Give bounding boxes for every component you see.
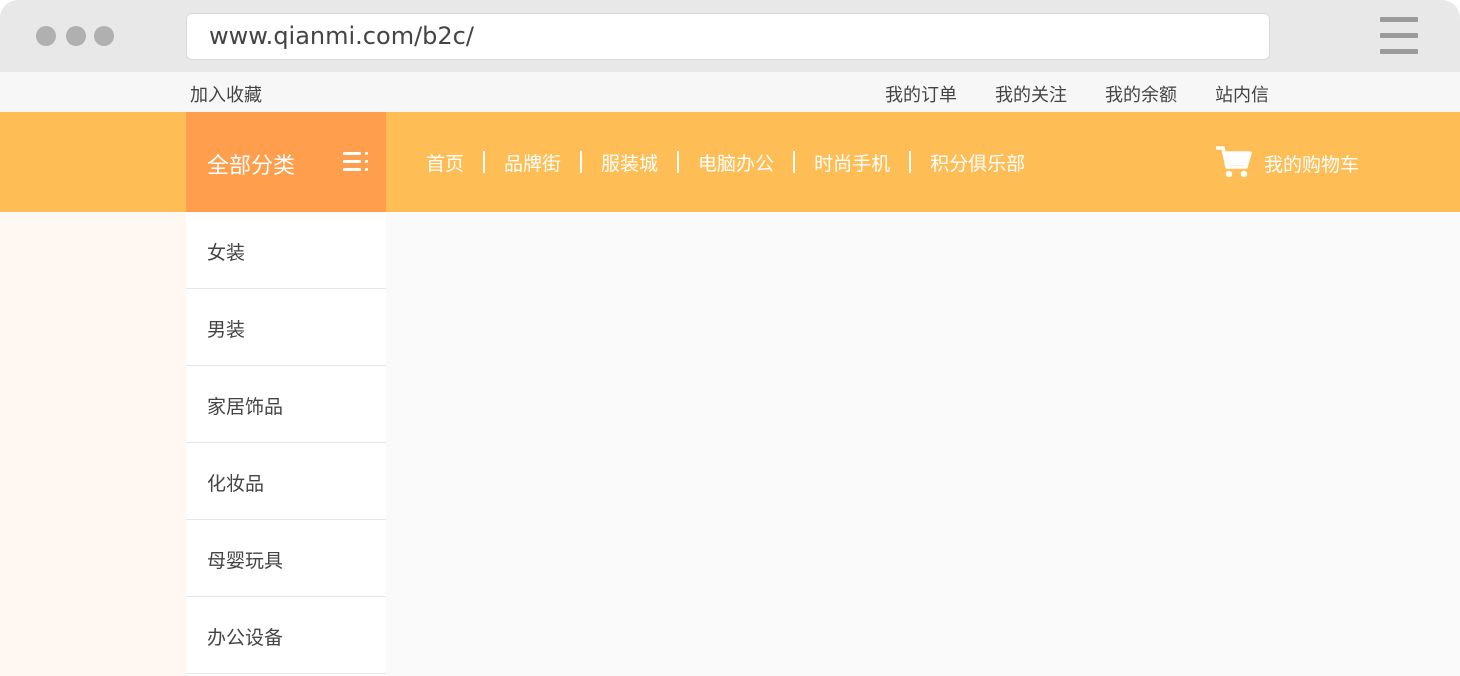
my-orders-link[interactable]: 我的订单 bbox=[885, 81, 957, 107]
window-close-dot[interactable] bbox=[36, 26, 56, 46]
category-label: 男装 bbox=[207, 319, 246, 341]
my-balance-link[interactable]: 我的余额 bbox=[1105, 81, 1177, 107]
nav-link-apparel[interactable]: 服装城 bbox=[601, 149, 658, 176]
browser-toolbar: www.qianmi.com/b2c/ bbox=[0, 0, 1460, 72]
all-categories-button[interactable]: 全部分类 bbox=[186, 112, 386, 212]
nav-divider bbox=[483, 151, 486, 173]
nav-divider bbox=[909, 151, 912, 173]
window-maximize-dot[interactable] bbox=[94, 26, 114, 46]
nav-link-computers[interactable]: 电脑办公 bbox=[698, 149, 774, 176]
nav-divider bbox=[793, 151, 796, 173]
hamburger-menu-icon[interactable] bbox=[1380, 17, 1418, 55]
browser-window: www.qianmi.com/b2c/ 加入收藏 我的订单 我的关注 我的余额 … bbox=[0, 0, 1460, 676]
nav-divider bbox=[580, 151, 583, 173]
category-sidebar: 女装 男装 家居饰品 化妆品 母婴玩具 办公设备 bbox=[186, 212, 386, 676]
main-nav-bar: 全部分类 首页 品牌街 服装城 电脑办公 时尚手机 积分俱乐部 我的购物车 bbox=[0, 112, 1460, 212]
category-label: 母婴玩具 bbox=[207, 550, 284, 572]
add-favorite-link[interactable]: 加入收藏 bbox=[190, 81, 262, 107]
address-bar[interactable]: www.qianmi.com/b2c/ bbox=[186, 13, 1270, 60]
category-item-womens[interactable]: 女装 bbox=[186, 212, 386, 289]
category-item-cosmetics[interactable]: 化妆品 bbox=[186, 443, 386, 520]
category-label: 家居饰品 bbox=[207, 396, 284, 418]
nav-link-points-club[interactable]: 积分俱乐部 bbox=[930, 149, 1025, 176]
site-messages-link[interactable]: 站内信 bbox=[1215, 81, 1269, 107]
top-utility-bar: 加入收藏 我的订单 我的关注 我的余额 站内信 bbox=[0, 72, 1460, 112]
nav-divider bbox=[677, 151, 680, 173]
left-margin-area bbox=[0, 212, 186, 676]
window-minimize-dot[interactable] bbox=[66, 26, 86, 46]
top-links: 我的订单 我的关注 我的余额 站内信 bbox=[885, 81, 1269, 107]
category-item-office[interactable]: 办公设备 bbox=[186, 597, 386, 674]
my-follows-link[interactable]: 我的关注 bbox=[995, 81, 1067, 107]
category-item-home-decor[interactable]: 家居饰品 bbox=[186, 366, 386, 443]
cart-label: 我的购物车 bbox=[1264, 154, 1360, 176]
all-categories-label: 全部分类 bbox=[207, 154, 296, 179]
category-label: 化妆品 bbox=[207, 473, 265, 495]
category-item-baby-toys[interactable]: 母婴玩具 bbox=[186, 520, 386, 597]
nav-link-brands[interactable]: 品牌街 bbox=[504, 149, 561, 176]
category-item-mens[interactable]: 男装 bbox=[186, 289, 386, 366]
cart-icon bbox=[1216, 146, 1252, 178]
nav-links: 首页 品牌街 服装城 电脑办公 时尚手机 积分俱乐部 bbox=[426, 149, 1025, 176]
category-label: 办公设备 bbox=[207, 627, 284, 649]
nav-link-phones[interactable]: 时尚手机 bbox=[814, 149, 890, 176]
nav-link-home[interactable]: 首页 bbox=[426, 149, 464, 176]
category-label: 女装 bbox=[207, 242, 246, 264]
main-content-area bbox=[386, 212, 1460, 676]
list-icon bbox=[343, 152, 369, 172]
